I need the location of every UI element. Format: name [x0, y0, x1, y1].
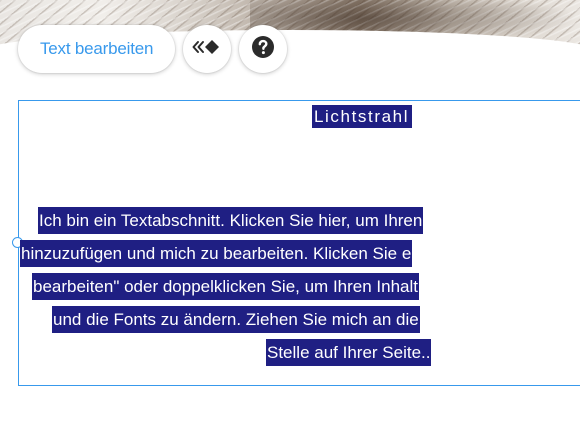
edit-text-label: Text bearbeiten [40, 39, 154, 58]
text-title[interactable]: Lichtstrahl [312, 104, 413, 130]
title-text: Lichtstrahl [312, 105, 413, 128]
paragraph-line: bearbeiten" oder doppelklicken Sie, um I… [32, 272, 419, 302]
paragraph-line: Stelle auf Ihrer Seite.. [266, 338, 432, 368]
help-icon [251, 35, 275, 64]
animation-icon [192, 38, 222, 61]
editor-canvas: Text bearbeiten Lichtstrahl Ich bin ein … [0, 0, 580, 421]
paragraph-line: Ich bin ein Textabschnitt. Klicken Sie h… [38, 206, 424, 236]
floating-toolbar: Text bearbeiten [18, 24, 288, 74]
animation-button[interactable] [183, 25, 232, 73]
paragraph-line: hinzuzufügen und mich zu bearbeiten. Kli… [20, 239, 413, 269]
help-button[interactable] [239, 25, 288, 73]
paragraph-line: und die Fonts zu ändern. Ziehen Sie mich… [52, 305, 420, 335]
edit-text-button[interactable]: Text bearbeiten [18, 25, 176, 73]
text-paragraph[interactable]: Ich bin ein Textabschnitt. Klicken Sie h… [0, 206, 580, 386]
